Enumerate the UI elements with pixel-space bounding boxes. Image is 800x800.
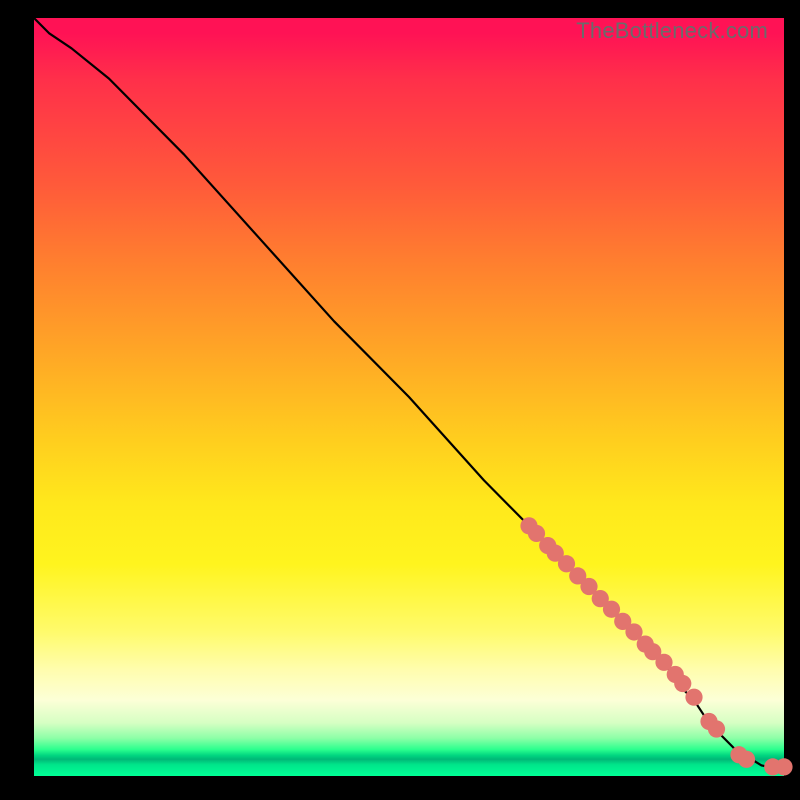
plot-area: TheBottleneck.com xyxy=(34,18,784,776)
highlight-dots-group xyxy=(520,517,792,775)
curve-overlay xyxy=(34,18,784,776)
highlight-dot xyxy=(738,751,755,768)
highlight-dot xyxy=(685,689,702,706)
highlight-dot xyxy=(674,675,691,692)
chart-frame: TheBottleneck.com xyxy=(0,0,800,800)
highlight-dot xyxy=(775,758,792,775)
highlight-dot xyxy=(708,720,725,737)
bottleneck-curve xyxy=(34,18,784,767)
